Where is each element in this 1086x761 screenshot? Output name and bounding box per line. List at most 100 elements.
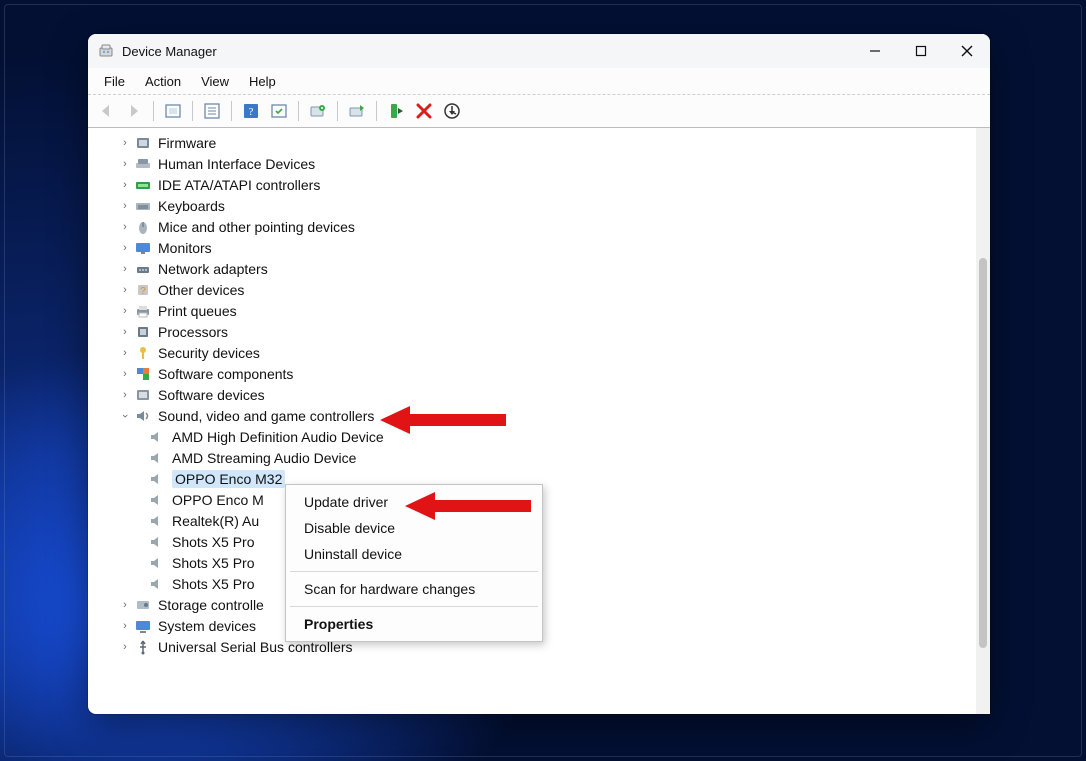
toolbar: ? [88,95,990,128]
tree-category-software-components[interactable]: › Software components [88,363,976,384]
menu-file[interactable]: File [94,71,135,92]
tree-item[interactable]: AMD Streaming Audio Device [88,447,976,468]
system-icon [134,618,152,634]
svg-text:?: ? [249,106,254,118]
back-button[interactable] [94,99,118,123]
tree-label: Print queues [158,303,237,319]
chevron-right-icon: › [118,284,132,296]
scrollbar-thumb[interactable] [979,258,987,648]
speaker-icon [148,429,166,445]
minimize-button[interactable] [852,34,898,68]
chevron-right-icon: › [118,641,132,653]
menu-separator [290,571,538,572]
tree-category-mice[interactable]: › Mice and other pointing devices [88,216,976,237]
properties-button[interactable] [200,99,224,123]
scan-hardware-button[interactable] [306,99,330,123]
update-driver-button[interactable] [345,99,369,123]
enable-device-button[interactable] [384,99,408,123]
mouse-icon [134,219,152,235]
chevron-right-icon: › [118,263,132,275]
tree-category-ide[interactable]: › IDE ATA/ATAPI controllers [88,174,976,195]
vertical-scrollbar[interactable] [976,128,990,714]
tree-label: Storage controlle [158,597,264,613]
storage-icon [134,597,152,613]
tree-label: Shots X5 Pro [172,534,255,550]
tree-item[interactable]: AMD High Definition Audio Device [88,426,976,447]
speaker-icon [148,534,166,550]
chevron-right-icon: › [118,158,132,170]
tree-category-other[interactable]: › ? Other devices [88,279,976,300]
tree-label: Keyboards [158,198,225,214]
chevron-right-icon: › [118,179,132,191]
tree-category-sound[interactable]: › Sound, video and game controllers [88,405,976,426]
close-button[interactable] [944,34,990,68]
menubar: File Action View Help [88,68,990,95]
disable-device-button[interactable] [440,99,464,123]
tree-label: Shots X5 Pro [172,555,255,571]
tree-category-hid[interactable]: › Human Interface Devices [88,153,976,174]
tree-label: IDE ATA/ATAPI controllers [158,177,320,193]
menu-view[interactable]: View [191,71,239,92]
titlebar: Device Manager [88,34,990,68]
menu-help[interactable]: Help [239,71,286,92]
forward-button[interactable] [122,99,146,123]
toolbar-separator [376,101,377,121]
software-components-icon [134,366,152,382]
speaker-icon [148,450,166,466]
tree-label: Human Interface Devices [158,156,315,172]
menu-uninstall-device[interactable]: Uninstall device [286,541,542,567]
tree-label: AMD High Definition Audio Device [172,429,384,445]
menu-action[interactable]: Action [135,71,191,92]
menu-separator [290,606,538,607]
chevron-right-icon: › [118,221,132,233]
menu-properties[interactable]: Properties [286,611,542,637]
tree-label: Software devices [158,387,265,403]
uninstall-device-button[interactable] [412,99,436,123]
app-icon [98,43,114,59]
toolbar-separator [298,101,299,121]
window-title: Device Manager [122,44,217,59]
speaker-icon [148,555,166,571]
chevron-right-icon: › [118,242,132,254]
menu-disable-device[interactable]: Disable device [286,515,542,541]
tree-label: Sound, video and game controllers [158,408,374,424]
tree-category-network[interactable]: › Network adapters [88,258,976,279]
menu-update-driver[interactable]: Update driver [286,489,542,515]
security-icon [134,345,152,361]
hid-icon [134,156,152,172]
speaker-icon [148,513,166,529]
tree-category-monitors[interactable]: › Monitors [88,237,976,258]
speaker-icon [148,576,166,592]
tree-label: AMD Streaming Audio Device [172,450,356,466]
tree-category-security[interactable]: › Security devices [88,342,976,363]
speaker-icon [148,492,166,508]
chevron-right-icon: › [118,326,132,338]
monitor-icon [134,240,152,256]
tree-category-keyboards[interactable]: › Keyboards [88,195,976,216]
tree-category-software-devices[interactable]: › Software devices [88,384,976,405]
tree-category-print[interactable]: › Print queues [88,300,976,321]
speaker-icon [134,408,152,424]
toolbar-separator [231,101,232,121]
show-hidden-button[interactable] [161,99,185,123]
tree-label: Shots X5 Pro [172,576,255,592]
tree-category-processors[interactable]: › Processors [88,321,976,342]
chevron-right-icon: › [118,620,132,632]
processor-icon [134,324,152,340]
maximize-button[interactable] [898,34,944,68]
tree-label: Monitors [158,240,212,256]
scrollbar-track[interactable] [976,128,990,714]
menu-scan-hardware[interactable]: Scan for hardware changes [286,576,542,602]
tree-label: Firmware [158,135,216,151]
keyboard-icon [134,198,152,214]
ide-icon [134,177,152,193]
chevron-right-icon: › [118,599,132,611]
chevron-down-icon: › [119,409,131,423]
tree-label: Realtek(R) Au [172,513,259,529]
toolbar-separator [337,101,338,121]
tree-label: Other devices [158,282,244,298]
network-icon [134,261,152,277]
help-button[interactable]: ? [239,99,263,123]
action-button[interactable] [267,99,291,123]
tree-category-firmware[interactable]: › Firmware [88,132,976,153]
